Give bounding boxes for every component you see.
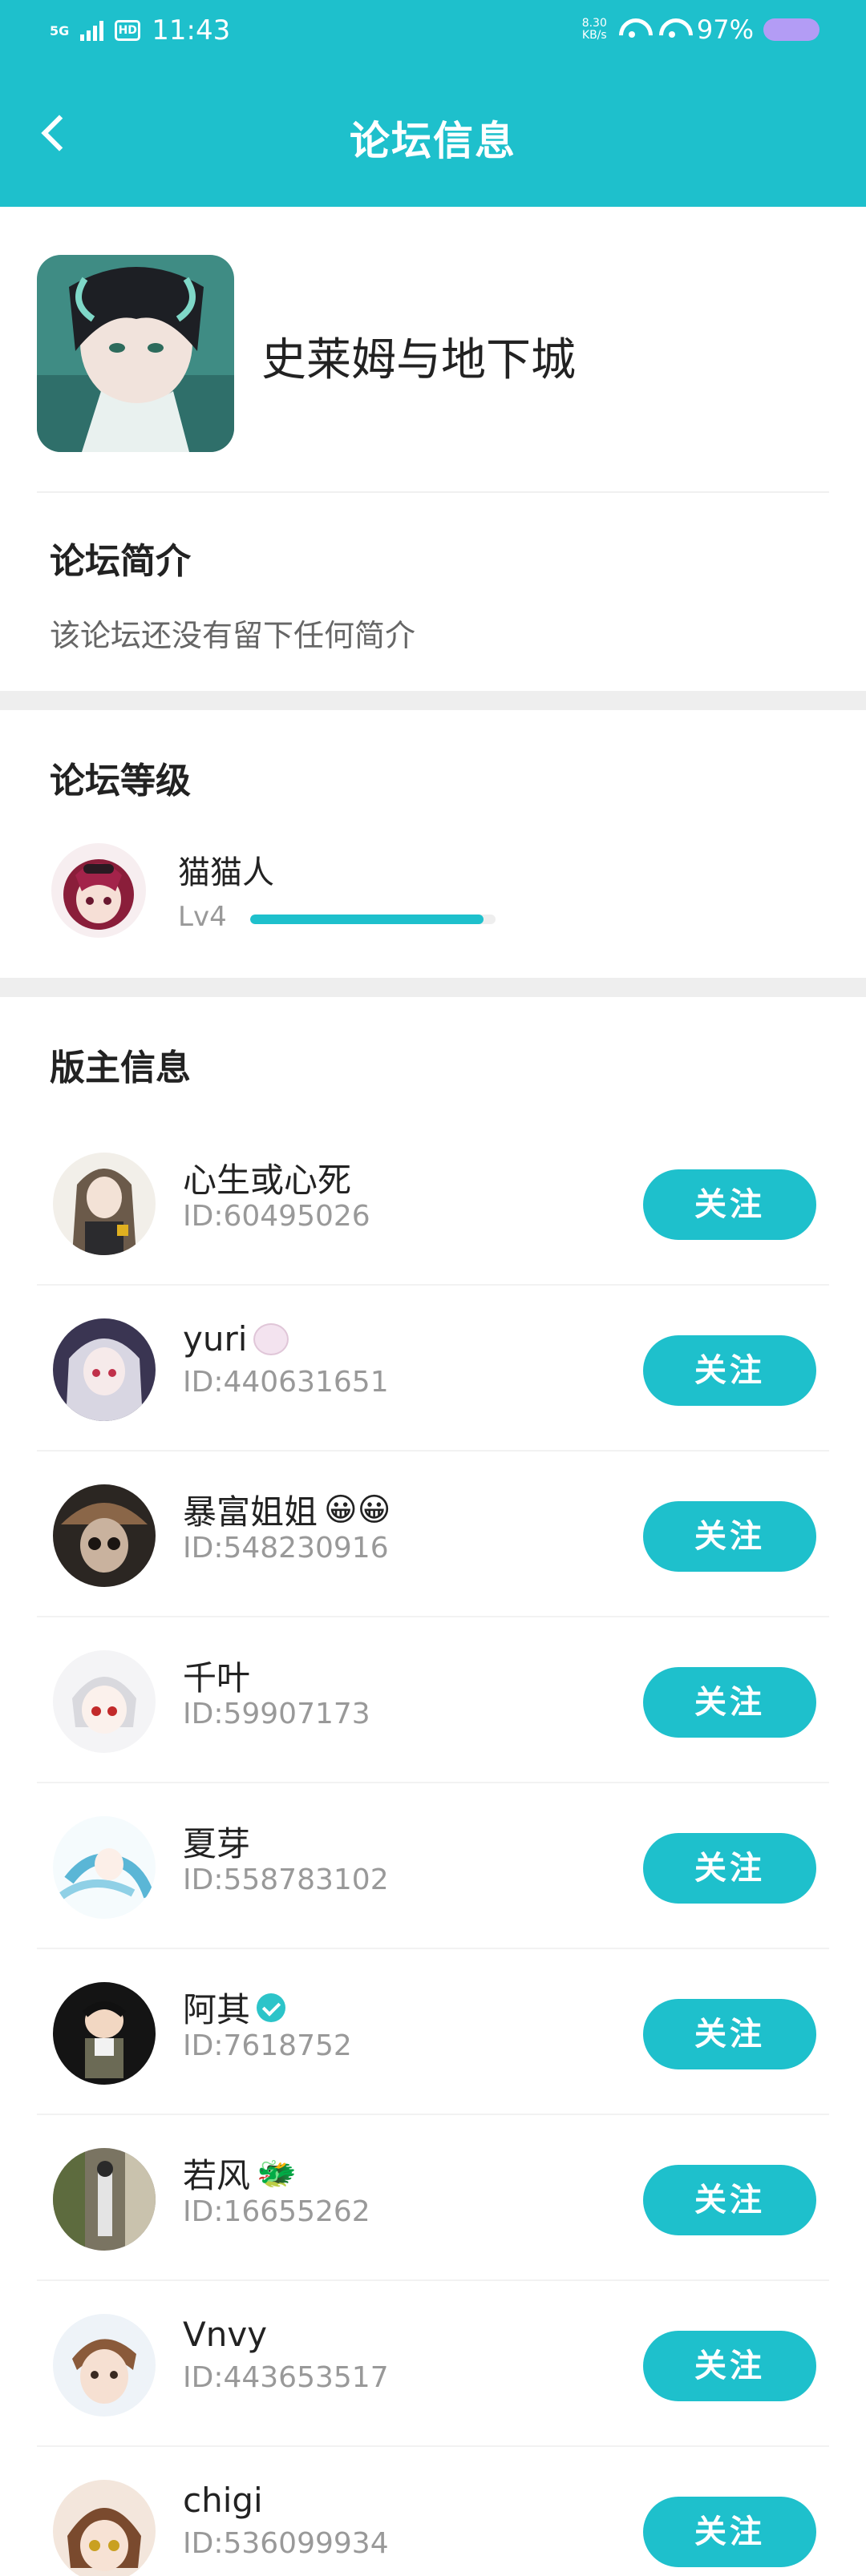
moderator-avatar[interactable] [53, 2148, 156, 2251]
moderator-name: yuri [183, 1319, 289, 1359]
moderator-row[interactable]: 暴富姐姐 😀😀 ID:548230916 关注 [0, 1452, 866, 1617]
follow-button[interactable]: 关注 [643, 1501, 816, 1572]
status-bar: 5G HD 11:43 8.30 KB/s 97% [0, 0, 866, 67]
section-gap [0, 691, 866, 710]
follow-button[interactable]: 关注 [643, 1999, 816, 2069]
moderator-name: 心生或心死 [183, 1161, 352, 1200]
dragon-emoji-icon: 🐲 [257, 2154, 297, 2192]
moderator-id: ID:440631651 [183, 1366, 389, 1399]
follow-button[interactable]: 关注 [643, 2331, 816, 2401]
moderator-name: 暴富姐姐 😀😀 [183, 1491, 391, 1532]
moderator-name: 夏芽 [183, 1824, 251, 1863]
moderator-avatar[interactable] [53, 1816, 156, 1919]
signal-icon [80, 20, 104, 41]
moderator-avatar[interactable] [53, 1484, 156, 1587]
intro-text: 该论坛还没有留下任何简介 [50, 618, 416, 653]
status-time: 11:43 [152, 14, 231, 46]
moderator-id: ID:60495026 [183, 1200, 370, 1233]
section-gap [0, 978, 866, 997]
moderator-row[interactable]: 阿其 ID:7618752 关注 [0, 1949, 866, 2115]
moderator-row[interactable]: 夏芽 ID:558783102 关注 [0, 1783, 866, 1949]
level-progress-fill [250, 915, 484, 924]
intro-title: 论坛简介 [50, 541, 191, 582]
moderator-name: chigi [183, 2481, 263, 2520]
wifi-icon [657, 18, 687, 41]
moderator-avatar[interactable] [53, 1650, 156, 1753]
moderator-avatar[interactable] [53, 2480, 156, 2576]
moderator-name: Vnvy [183, 2315, 268, 2354]
wifi-icon [617, 18, 647, 41]
follow-button[interactable]: 关注 [643, 2165, 816, 2235]
forum-name: 史莱姆与地下城 [261, 334, 576, 386]
level-avatar [51, 843, 146, 938]
moderator-row[interactable]: 若风 🐲 ID:16655262 关注 [0, 2115, 866, 2281]
moderator-id: ID:548230916 [183, 1532, 389, 1565]
moderator-row[interactable]: 心生或心死 ID:60495026 关注 [0, 1120, 866, 1286]
level-lv: Lv4 [178, 901, 227, 933]
network-label: 5G [50, 22, 70, 38]
net-speed: 8.30 KB/s [581, 17, 607, 42]
verified-badge-icon [257, 1993, 286, 2022]
follow-button[interactable]: 关注 [643, 1833, 816, 1904]
moderator-name: 若风 🐲 [183, 2154, 297, 2195]
moderator-row[interactable]: yuri ID:440631651 关注 [0, 1286, 866, 1452]
forum-avatar [37, 255, 234, 452]
moderator-id: ID:558783102 [183, 1863, 389, 1896]
moderator-id: ID:16655262 [183, 2195, 370, 2228]
moderator-name: 千叶 [183, 1658, 251, 1698]
moderator-id: ID:7618752 [183, 2029, 352, 2062]
anime-sticker-icon [253, 1322, 289, 1355]
divider [37, 491, 829, 493]
moderator-id: ID:536099934 [183, 2527, 389, 2560]
moderator-avatar[interactable] [53, 1318, 156, 1421]
moderator-id: ID:59907173 [183, 1698, 370, 1730]
level-progress-bar [250, 915, 496, 924]
header-bar: 5G HD 11:43 8.30 KB/s 97% 论坛信息 [0, 0, 866, 207]
hd-icon: HD [115, 20, 141, 41]
moderator-row[interactable]: 千叶 ID:59907173 关注 [0, 1617, 866, 1783]
moderator-id: ID:443653517 [183, 2361, 389, 2394]
battery-icon [763, 18, 819, 41]
moderator-avatar[interactable] [53, 2314, 156, 2417]
follow-button[interactable]: 关注 [643, 1667, 816, 1738]
moderator-avatar[interactable] [53, 1982, 156, 2085]
moderator-name: 阿其 [183, 1983, 286, 2032]
moderator-row[interactable]: chigi ID:536099934 关注 [0, 2447, 866, 2576]
moderator-row[interactable]: Vnvy ID:443653517 关注 [0, 2281, 866, 2447]
follow-button[interactable]: 关注 [643, 1169, 816, 1240]
battery-percent: 97% [696, 14, 754, 45]
follow-button[interactable]: 关注 [643, 2497, 816, 2567]
level-name: 猫猫人 [178, 854, 274, 891]
level-title: 论坛等级 [50, 761, 191, 801]
follow-button[interactable]: 关注 [643, 1335, 816, 1406]
moderators-title: 版主信息 [50, 1048, 191, 1088]
page-title: 论坛信息 [350, 118, 516, 164]
grinning-emoji-icon: 😀😀 [324, 1491, 391, 1528]
moderator-avatar[interactable] [53, 1153, 156, 1255]
